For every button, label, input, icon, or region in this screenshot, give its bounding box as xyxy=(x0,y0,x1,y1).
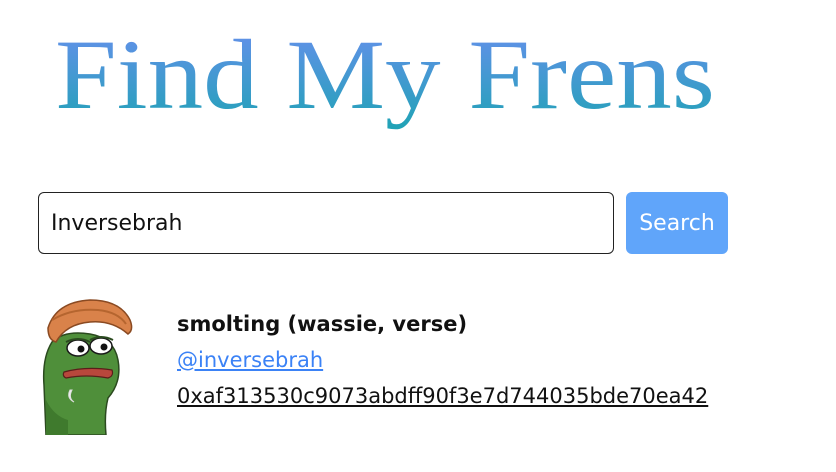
result-address-link[interactable]: 0xaf313530c9073abdff90f3e7d744035bde70ea… xyxy=(177,384,708,408)
search-input[interactable] xyxy=(38,192,614,254)
app-logo: Find My Frens xyxy=(0,0,836,150)
search-bar: Search xyxy=(38,192,738,254)
logo-text: Find My Frens xyxy=(55,19,715,130)
search-button[interactable]: Search xyxy=(626,192,728,254)
result-card: smolting (wassie, verse) @inversebrah 0x… xyxy=(38,290,798,440)
pepe-frog-avatar xyxy=(38,290,138,436)
result-handle-link[interactable]: @inversebrah xyxy=(177,348,323,372)
result-name: smolting (wassie, verse) xyxy=(177,312,468,336)
